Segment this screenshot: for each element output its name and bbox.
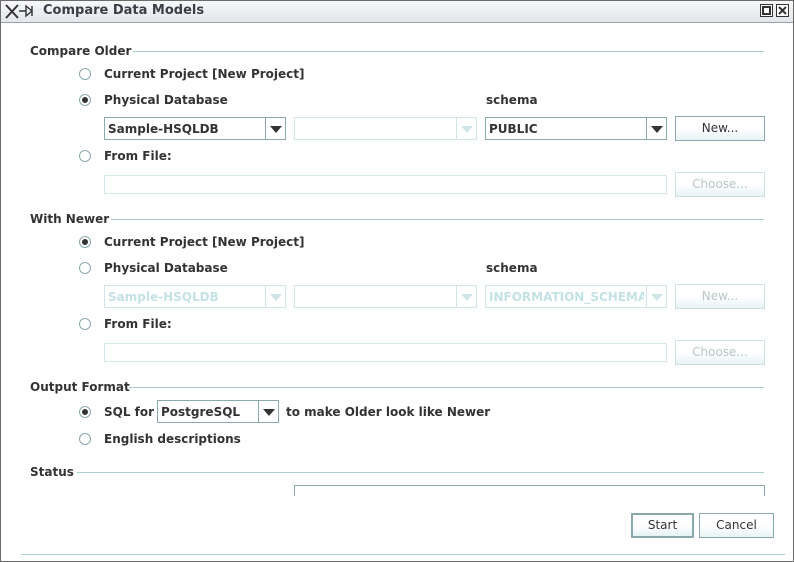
newer-from-file-radio[interactable] — [79, 318, 91, 330]
newer-schema-value: INFORMATION_SCHEMA — [489, 290, 644, 304]
sql-for-label: SQL for — [104, 405, 155, 419]
older-physical-database-radio[interactable] — [79, 94, 91, 106]
chevron-down-icon — [646, 286, 666, 307]
older-choose-file-button: Choose... — [675, 172, 765, 197]
output-format-heading: Output Format — [30, 380, 130, 394]
newer-from-file-label: From File: — [104, 317, 172, 331]
older-from-file-radio[interactable] — [79, 150, 91, 162]
sql-suffix-label: to make Older look like Newer — [286, 405, 491, 419]
status-progress-area — [294, 485, 765, 496]
newer-new-connection-button: New... — [675, 284, 765, 309]
newer-current-project-radio[interactable] — [79, 236, 91, 248]
compare-older-divider — [133, 51, 764, 52]
newer-catalog-select — [294, 285, 477, 308]
older-schema-value: PUBLIC — [489, 122, 538, 136]
newer-database-value: Sample-HSQLDB — [108, 290, 219, 304]
with-newer-divider — [111, 219, 764, 220]
older-schema-label: schema — [486, 93, 538, 107]
older-database-select[interactable]: Sample-HSQLDB — [104, 117, 286, 140]
window-title: Compare Data Models — [43, 3, 205, 18]
newer-physical-database-label: Physical Database — [104, 261, 228, 275]
newer-choose-file-button: Choose... — [675, 340, 765, 365]
older-current-project-label: Current Project [New Project] — [104, 67, 305, 81]
older-catalog-select — [294, 117, 477, 140]
bottom-edge — [21, 554, 785, 555]
sql-dialect-value: PostgreSQL — [161, 405, 241, 419]
sql-dialect-select[interactable]: PostgreSQL — [157, 400, 279, 423]
status-heading: Status — [30, 465, 74, 479]
newer-physical-database-radio[interactable] — [79, 262, 91, 274]
older-new-connection-button[interactable]: New... — [675, 116, 765, 141]
older-from-file-label: From File: — [104, 149, 172, 163]
close-icon[interactable] — [776, 4, 789, 17]
title-bar: Compare Data Models — [1, 1, 793, 23]
newer-schema-label: schema — [486, 261, 538, 275]
compare-older-heading: Compare Older — [30, 44, 132, 58]
chevron-down-icon[interactable] — [265, 118, 285, 139]
newer-database-select: Sample-HSQLDB — [104, 285, 286, 308]
older-physical-database-label: Physical Database — [104, 93, 228, 107]
chevron-down-icon — [456, 286, 476, 307]
output-format-divider — [129, 387, 764, 388]
older-schema-select[interactable]: PUBLIC — [485, 117, 667, 140]
cancel-button[interactable]: Cancel — [699, 513, 774, 538]
english-descriptions-label: English descriptions — [104, 432, 241, 446]
newer-file-path-input — [104, 343, 667, 362]
older-database-value: Sample-HSQLDB — [108, 122, 219, 136]
newer-schema-select: INFORMATION_SCHEMA — [485, 285, 667, 308]
chevron-down-icon — [456, 118, 476, 139]
maximize-icon[interactable] — [760, 4, 773, 17]
newer-current-project-label: Current Project [New Project] — [104, 235, 305, 249]
with-newer-heading: With Newer — [30, 212, 110, 226]
english-descriptions-radio[interactable] — [79, 433, 91, 445]
status-divider — [77, 472, 764, 473]
older-current-project-radio[interactable] — [79, 68, 91, 80]
start-button[interactable]: Start — [631, 513, 694, 538]
chevron-down-icon[interactable] — [258, 401, 278, 422]
compare-dialog-window: Compare Data Models Compare Older Curren… — [0, 0, 794, 562]
chevron-down-icon — [265, 286, 285, 307]
chevron-down-icon[interactable] — [646, 118, 666, 139]
application-icon — [4, 3, 40, 20]
sql-output-radio[interactable] — [79, 406, 91, 418]
older-file-path-input — [104, 175, 667, 194]
